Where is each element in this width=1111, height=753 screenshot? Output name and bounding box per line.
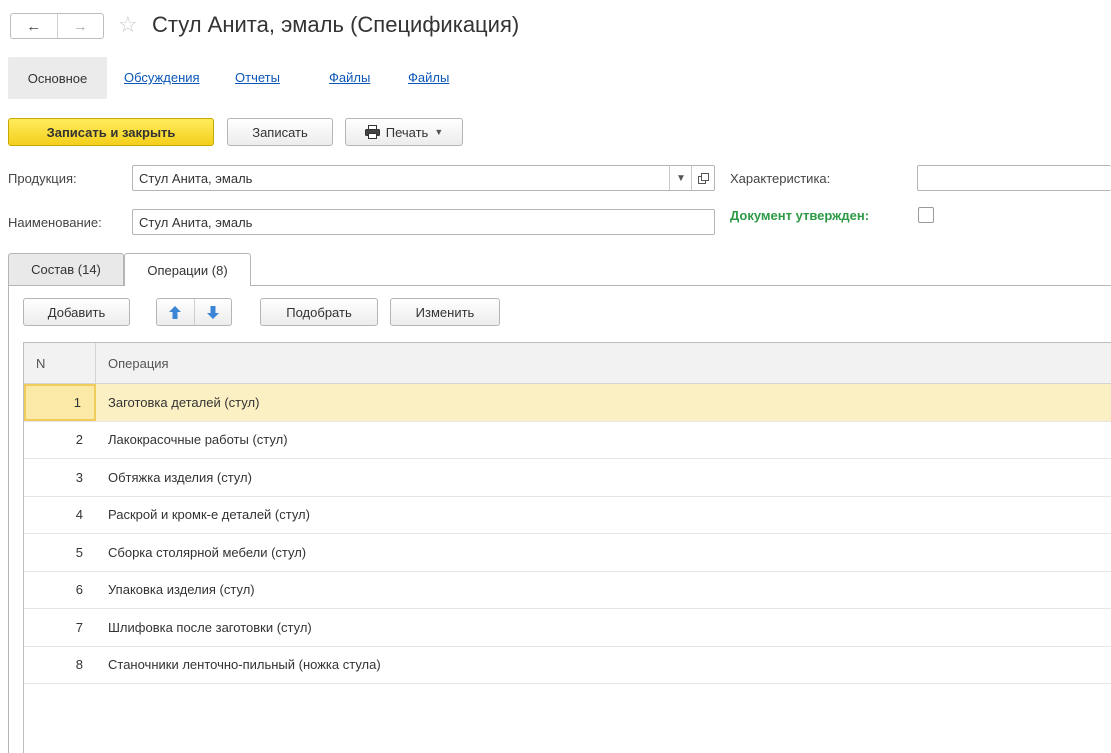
panel-border: [8, 285, 9, 753]
cell-n: 1: [24, 384, 96, 421]
chevron-down-icon: ▼: [434, 127, 444, 137]
history-nav: ← →: [10, 13, 104, 39]
characteristic-label: Характеристика:: [730, 171, 831, 186]
cell-operation: Сборка столярной мебели (стул): [108, 544, 307, 560]
cell-operation: Шлифовка после заготовки (стул): [108, 619, 312, 635]
cell-n: 8: [75, 657, 83, 673]
section-files[interactable]: Файлы: [329, 70, 370, 85]
save-button[interactable]: Записать: [227, 118, 333, 146]
print-button-label: Печать: [385, 124, 429, 140]
cell-operation: Заготовка деталей (стул): [108, 394, 260, 410]
page-title: Стул Анита, эмаль (Спецификация): [152, 12, 520, 37]
cell-operation: Раскрой и кромк-е деталей (стул): [108, 507, 310, 523]
characteristic-field[interactable]: [917, 165, 1111, 191]
approved-checkbox[interactable]: [918, 207, 934, 223]
table-row[interactable]: 1 Заготовка деталей (стул): [24, 384, 1111, 422]
section-discussions[interactable]: Обсуждения: [124, 70, 200, 85]
pick-button[interactable]: Подобрать: [260, 298, 378, 326]
product-field[interactable]: Стул Анита, эмаль ▼: [132, 165, 715, 191]
cell-n: 2: [75, 432, 83, 448]
table-row[interactable]: 6 Упаковка изделия (стул): [24, 572, 1111, 609]
print-button[interactable]: Печать ▼: [345, 118, 463, 146]
cell-operation: Упаковка изделия (стул): [108, 582, 255, 598]
printer-icon: [364, 125, 380, 139]
save-and-close-button[interactable]: Записать и закрыть: [8, 118, 214, 146]
add-button[interactable]: Добавить: [23, 298, 130, 326]
dropdown-icon[interactable]: ▼: [669, 166, 692, 190]
arrow-left-icon: ←: [26, 17, 42, 35]
name-label: Наименование:: [8, 215, 102, 230]
cell-operation: Обтяжка изделия (стул): [108, 469, 252, 485]
operations-table[interactable]: N Операция 1 Заготовка деталей (стул) 2 …: [23, 342, 1111, 753]
name-field[interactable]: Стул Анита, эмаль: [132, 209, 715, 235]
cell-n: 5: [75, 544, 83, 560]
table-header: N Операция: [24, 343, 1111, 384]
product-value: Стул Анита, эмаль: [139, 170, 253, 186]
cell-operation: Лакокрасочные работы (стул): [108, 432, 288, 448]
section-files-2[interactable]: Файлы: [408, 70, 449, 85]
open-form-icon[interactable]: [691, 166, 714, 190]
tab-composition[interactable]: Состав (14): [8, 253, 124, 285]
product-label: Продукция:: [8, 171, 77, 186]
move-down-button[interactable]: [193, 299, 232, 325]
approved-label: Документ утвержден:: [730, 208, 870, 223]
favorite-star-icon[interactable]: ☆: [118, 10, 138, 40]
forward-button[interactable]: →: [56, 14, 104, 38]
column-header-n[interactable]: N: [24, 343, 96, 383]
table-row[interactable]: 2 Лакокрасочные работы (стул): [24, 422, 1111, 459]
edit-button[interactable]: Изменить: [390, 298, 500, 326]
move-up-button[interactable]: [157, 299, 194, 325]
table-body: 1 Заготовка деталей (стул) 2 Лакокрасочн…: [24, 384, 1111, 684]
arrow-down-icon: [206, 305, 219, 319]
table-row[interactable]: 3 Обтяжка изделия (стул): [24, 459, 1111, 497]
table-row[interactable]: 7 Шлифовка после заготовки (стул): [24, 609, 1111, 647]
arrow-right-icon: →: [72, 17, 88, 35]
cell-n: 3: [75, 469, 83, 485]
table-row[interactable]: 4 Раскрой и кромк-е деталей (стул): [24, 497, 1111, 534]
table-row[interactable]: 5 Сборка столярной мебели (стул): [24, 534, 1111, 572]
column-header-operation[interactable]: Операция: [96, 343, 169, 383]
cell-n: 6: [75, 582, 83, 598]
cell-n: 7: [75, 619, 83, 635]
tab-operations[interactable]: Операции (8): [124, 253, 251, 286]
table-row[interactable]: 8 Станочники ленточно-пильный (ножка сту…: [24, 647, 1111, 684]
arrow-up-icon: [169, 305, 182, 319]
section-main[interactable]: Основное: [8, 57, 107, 99]
back-button[interactable]: ←: [11, 14, 57, 38]
cell-operation: Станочники ленточно-пильный (ножка стула…: [108, 657, 381, 673]
section-reports[interactable]: Отчеты: [235, 70, 280, 85]
cell-n: 4: [75, 507, 83, 523]
move-buttons: [156, 298, 232, 326]
